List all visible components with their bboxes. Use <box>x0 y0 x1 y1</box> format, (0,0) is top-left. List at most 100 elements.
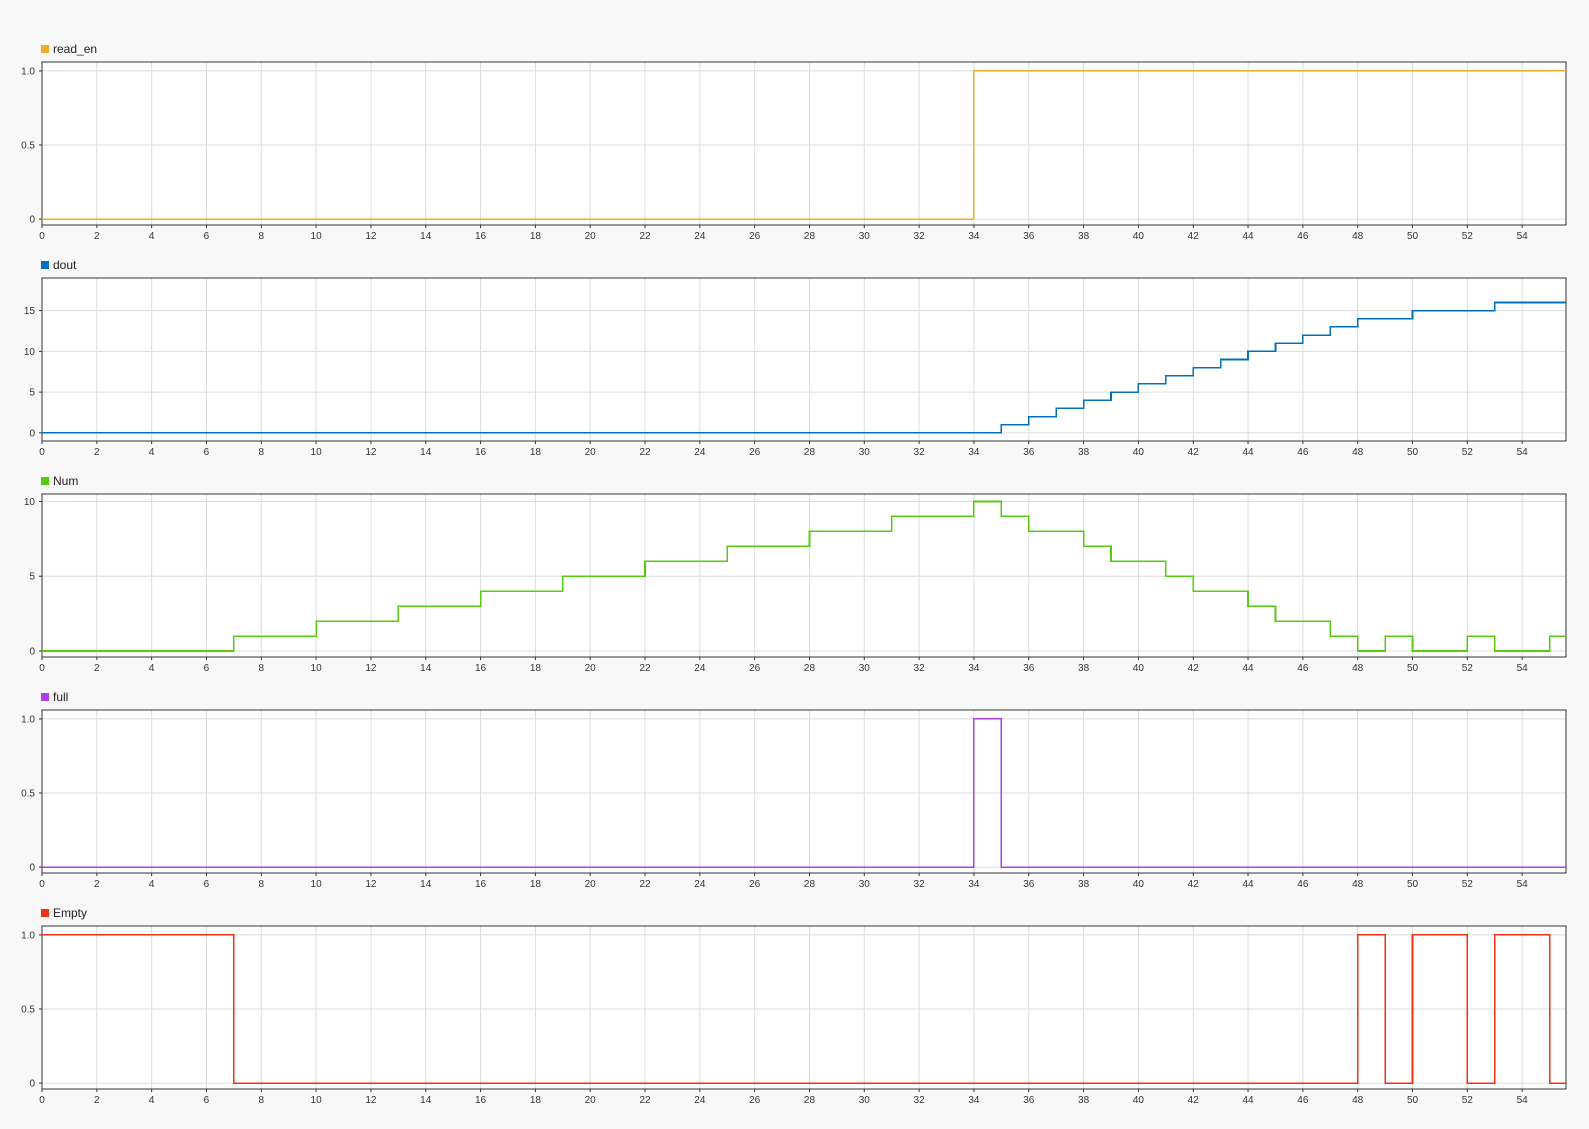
legend-swatch <box>41 261 49 269</box>
x-tick-label: 30 <box>859 231 871 242</box>
x-tick-label: 42 <box>1188 879 1200 890</box>
x-tick-label: 42 <box>1188 663 1200 674</box>
x-tick-label: 10 <box>311 1095 323 1106</box>
x-tick-label: 34 <box>968 879 980 890</box>
x-tick-label: 36 <box>1023 663 1035 674</box>
axes-background <box>42 278 1566 441</box>
y-tick-label: 0.5 <box>21 1004 35 1015</box>
x-tick-label: 40 <box>1133 231 1145 242</box>
x-tick-label: 38 <box>1078 879 1090 890</box>
axes-background <box>42 710 1566 873</box>
x-tick-label: 44 <box>1242 663 1254 674</box>
x-tick-label: 34 <box>968 663 980 674</box>
x-tick-label: 38 <box>1078 663 1090 674</box>
x-tick-label: 20 <box>585 663 597 674</box>
y-tick-label: 15 <box>24 306 36 317</box>
x-tick-label: 14 <box>420 663 432 674</box>
x-tick-label: 24 <box>694 231 706 242</box>
x-tick-label: 30 <box>859 663 871 674</box>
x-tick-label: 8 <box>258 879 264 890</box>
x-tick-label: 4 <box>149 1095 155 1106</box>
x-tick-label: 6 <box>204 879 210 890</box>
x-tick-label: 6 <box>204 663 210 674</box>
x-tick-label: 18 <box>530 879 542 890</box>
x-tick-label: 20 <box>585 1095 597 1106</box>
x-tick-label: 16 <box>475 231 487 242</box>
y-tick-label: 0 <box>29 1079 35 1090</box>
y-tick-label: 0.5 <box>21 140 35 151</box>
x-tick-label: 42 <box>1188 447 1200 458</box>
x-tick-label: 20 <box>585 231 597 242</box>
x-tick-label: 34 <box>968 1095 980 1106</box>
x-tick-label: 46 <box>1297 879 1309 890</box>
x-tick-label: 22 <box>639 231 651 242</box>
x-tick-label: 2 <box>94 1095 100 1106</box>
x-tick-label: 26 <box>749 1095 761 1106</box>
x-tick-label: 4 <box>149 231 155 242</box>
x-tick-label: 52 <box>1462 1095 1474 1106</box>
x-tick-label: 6 <box>204 1095 210 1106</box>
x-tick-label: 30 <box>859 879 871 890</box>
x-tick-label: 30 <box>859 1095 871 1106</box>
x-tick-label: 26 <box>749 663 761 674</box>
x-tick-label: 44 <box>1242 879 1254 890</box>
x-tick-label: 38 <box>1078 231 1090 242</box>
x-tick-label: 38 <box>1078 447 1090 458</box>
x-tick-label: 48 <box>1352 663 1364 674</box>
x-tick-label: 12 <box>365 1095 377 1106</box>
x-tick-label: 2 <box>94 663 100 674</box>
x-tick-label: 18 <box>530 447 542 458</box>
x-tick-label: 6 <box>204 447 210 458</box>
x-tick-label: 46 <box>1297 1095 1309 1106</box>
x-tick-label: 2 <box>94 879 100 890</box>
x-tick-label: 48 <box>1352 231 1364 242</box>
x-tick-label: 44 <box>1242 1095 1254 1106</box>
x-tick-label: 12 <box>365 447 377 458</box>
plot-panel: 0 2 4 6 8 10 12 14 16 18 20 22 24 26 28 30 32 34 36 38 40 42 4… <box>21 690 1567 890</box>
x-tick-label: 18 <box>530 1095 542 1106</box>
x-tick-label: 8 <box>258 1095 264 1106</box>
x-tick-label: 16 <box>475 663 487 674</box>
x-tick-label: 18 <box>530 231 542 242</box>
plot-panel: 0 2 4 6 8 10 12 14 16 18 20 22 24 26 28 30 32 34 36 38 40 42 4… <box>24 474 1567 674</box>
y-tick-label: 0 <box>29 647 35 658</box>
x-tick-label: 54 <box>1517 447 1529 458</box>
x-tick-label: 18 <box>530 663 542 674</box>
x-tick-label: 52 <box>1462 231 1474 242</box>
axes-background <box>42 926 1566 1089</box>
legend-swatch <box>41 477 49 485</box>
x-tick-label: 24 <box>694 1095 706 1106</box>
plot-panel: 0 2 4 6 8 10 12 14 16 18 20 22 24 26 28 30 32 34 36 38 40 42 4… <box>21 906 1567 1106</box>
x-tick-label: 24 <box>694 663 706 674</box>
x-tick-label: 52 <box>1462 879 1474 890</box>
plot-panel: 0 2 4 6 8 10 12 14 16 18 20 22 24 26 28 30 32 34 36 38 40 42 4… <box>24 258 1567 458</box>
x-tick-label: 28 <box>804 1095 816 1106</box>
legend-label: full <box>53 690 68 704</box>
x-tick-label: 16 <box>475 447 487 458</box>
x-tick-label: 36 <box>1023 879 1035 890</box>
x-tick-label: 10 <box>311 231 323 242</box>
legend-label: Empty <box>53 906 87 920</box>
x-tick-label: 50 <box>1407 879 1419 890</box>
x-tick-label: 14 <box>420 447 432 458</box>
x-tick-label: 50 <box>1407 663 1419 674</box>
x-tick-label: 44 <box>1242 447 1254 458</box>
x-tick-label: 4 <box>149 663 155 674</box>
x-tick-label: 10 <box>311 879 323 890</box>
x-tick-label: 20 <box>585 879 597 890</box>
x-tick-label: 28 <box>804 447 816 458</box>
x-tick-label: 48 <box>1352 879 1364 890</box>
plot-panel: 0 2 4 6 8 10 12 14 16 18 20 22 24 26 28 30 32 34 36 38 40 42 4… <box>21 42 1567 242</box>
y-tick-label: 0 <box>29 428 35 439</box>
legend-label: Num <box>53 474 78 488</box>
x-tick-label: 16 <box>475 1095 487 1106</box>
y-tick-label: 10 <box>24 347 36 358</box>
x-tick-label: 0 <box>39 1095 45 1106</box>
x-tick-label: 50 <box>1407 231 1419 242</box>
x-tick-label: 34 <box>968 447 980 458</box>
y-tick-label: 10 <box>24 497 36 508</box>
legend-label: read_en <box>53 42 97 56</box>
x-tick-label: 26 <box>749 447 761 458</box>
x-tick-label: 50 <box>1407 447 1419 458</box>
x-tick-label: 44 <box>1242 231 1254 242</box>
